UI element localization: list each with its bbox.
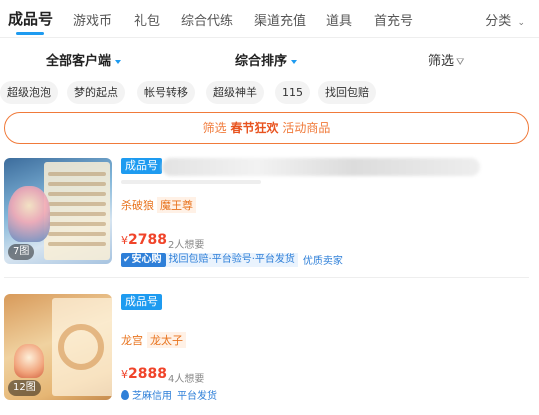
filter-button[interactable]: 筛选 ⛛	[428, 50, 464, 69]
product-type-badge: 成品号	[121, 158, 162, 174]
image-count: 7图	[8, 244, 35, 260]
tab-channel-recharge[interactable]: 渠道充值	[254, 10, 306, 29]
sort-order-label: 综合排序	[235, 54, 288, 69]
banner-prefix: 筛选	[202, 121, 227, 135]
tab-gift-pack[interactable]: 礼包	[134, 10, 160, 29]
service-badges: ✔安心购 找回包赔·平台验号·平台发货 优质卖家	[121, 252, 343, 267]
tab-boosting[interactable]: 综合代练	[181, 10, 233, 29]
sort-order-dropdown[interactable]: 综合排序	[235, 50, 298, 69]
listing-title-redacted	[162, 158, 480, 176]
price: ¥2788	[121, 232, 167, 248]
funnel-icon: ⛛	[456, 57, 465, 68]
currency-symbol: ¥	[121, 234, 128, 247]
banner-highlight: 春节狂欢	[230, 121, 279, 135]
tag-chip[interactable]: 梦的起点	[67, 81, 125, 104]
screenshot-rows	[48, 172, 106, 252]
service-badges: 芝麻信用 平台发货	[121, 387, 217, 402]
safe-purchase-badge: ✔安心购	[121, 252, 166, 267]
tab-items[interactable]: 道具	[326, 10, 352, 29]
attribute-school: 龙宫	[121, 334, 143, 347]
price: ¥2888	[121, 366, 167, 382]
currency-symbol: ¥	[121, 368, 128, 381]
credit-label: 芝麻信用	[132, 391, 172, 402]
category-dropdown[interactable]: 分类 ⌄	[485, 10, 525, 29]
character-image	[14, 344, 44, 378]
listing-card[interactable]: 12图 成品号 龙宫 龙太子 ¥2888 4人想要 芝麻信用 平台发货	[4, 294, 529, 406]
listing-subtitle-redacted	[121, 180, 261, 184]
client-filter-dropdown[interactable]: 全部客户端	[46, 50, 122, 69]
attribute-role: 魔王尊	[157, 197, 196, 213]
active-tab-indicator	[16, 32, 44, 35]
want-count: 4人想要	[168, 374, 205, 385]
image-count: 12图	[8, 380, 41, 396]
banner-suffix: 活动商品	[282, 121, 331, 135]
tag-chip[interactable]: 超级泡泡	[0, 81, 58, 104]
platform-delivery-label: 平台发货	[177, 391, 217, 402]
tab-finished-account[interactable]: 成品号	[8, 8, 53, 29]
tag-chip[interactable]: 帐号转移	[137, 81, 195, 104]
tag-chip[interactable]: 找回包赔	[318, 81, 376, 104]
price-value: 2888	[128, 366, 167, 382]
tag-chip[interactable]: 115	[275, 81, 310, 104]
caret-down-icon	[115, 59, 122, 64]
shield-check-icon: ✔	[123, 254, 131, 265]
filter-label: 筛选	[428, 54, 455, 69]
tab-first-recharge[interactable]: 首充号	[374, 10, 413, 29]
quality-seller-label: 优质卖家	[302, 256, 343, 267]
sesame-credit-icon	[121, 389, 129, 400]
want-count: 2人想要	[168, 240, 205, 251]
caret-down-icon	[291, 59, 298, 64]
category-dropdown-label: 分类	[485, 14, 512, 29]
category-tabs: 成品号 游戏币 礼包 综合代练 渠道充值 道具 首充号 分类 ⌄	[0, 0, 539, 38]
listing-thumbnail[interactable]: 7图	[4, 158, 112, 264]
promo-banner[interactable]: 筛选 春节狂欢 活动商品	[4, 112, 529, 144]
tabs-divider	[0, 37, 539, 38]
attribute-school: 杀破狼	[121, 199, 154, 212]
safe-purchase-detail: 找回包赔·平台验号·平台发货	[165, 252, 298, 267]
character-image	[8, 186, 50, 242]
listing-divider	[4, 277, 529, 278]
safe-purchase-label: 安心购	[131, 253, 162, 265]
chevron-down-icon: ⌄	[517, 18, 525, 28]
price-value: 2788	[128, 232, 167, 248]
client-filter-label: 全部客户端	[46, 54, 112, 69]
attribute-role: 龙太子	[147, 332, 186, 348]
listing-thumbnail[interactable]: 12图	[4, 294, 112, 400]
skill-wheel-graphic	[58, 324, 104, 370]
tab-game-currency[interactable]: 游戏币	[73, 10, 112, 29]
listing-card[interactable]: 7图 成品号 杀破狼 魔王尊 ¥2788 2人想要 ✔安心购 找回包赔·平台验号·…	[4, 158, 529, 270]
product-type-badge: 成品号	[121, 294, 162, 310]
tag-chip[interactable]: 超级神羊	[206, 81, 264, 104]
